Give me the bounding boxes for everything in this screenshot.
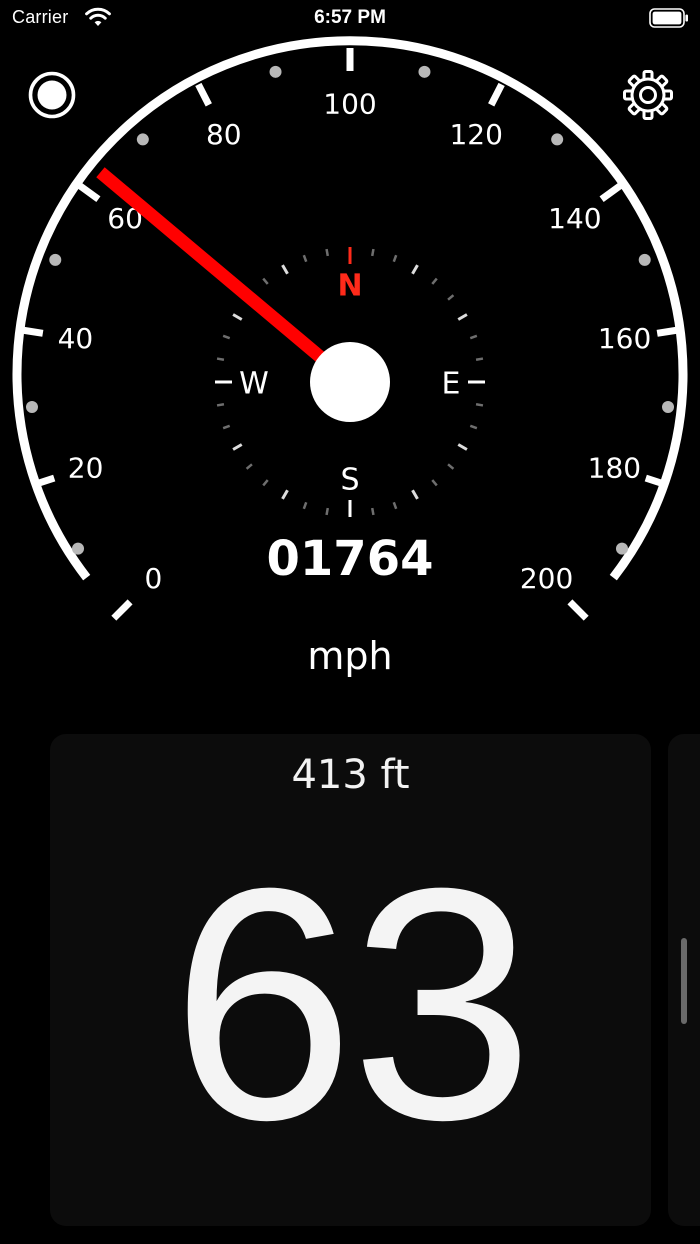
compass-tick	[216, 357, 225, 362]
compass-tick	[302, 501, 308, 510]
tick-label: 100	[323, 88, 376, 121]
gauge-tick-labels: 020406080100120140160180200	[58, 88, 652, 596]
major-tick	[19, 326, 44, 337]
compass-tick	[457, 443, 468, 451]
compass-tick	[302, 254, 308, 263]
tick-label: 160	[598, 322, 651, 355]
compass-south: S	[340, 463, 359, 498]
compass-tick	[281, 489, 289, 500]
record-icon	[28, 71, 76, 119]
altitude-readout: 413 ft	[291, 752, 410, 798]
compass-tick	[475, 402, 484, 407]
odometer: 01764	[267, 531, 434, 587]
compass-tick	[232, 313, 243, 321]
compass-tick	[245, 463, 253, 470]
minor-dot	[615, 542, 628, 555]
compass-tick	[281, 264, 289, 275]
minor-dot	[25, 401, 38, 414]
compass-tick	[216, 402, 225, 407]
compass-tick	[222, 424, 231, 430]
speedometer-gauge: 020406080100120140160180200 N E S W 0176…	[12, 36, 688, 621]
compass-tick	[262, 479, 269, 487]
minor-dot	[72, 542, 85, 555]
major-tick	[567, 599, 589, 621]
major-tick	[195, 82, 212, 107]
major-tick	[77, 182, 101, 203]
scroll-indicator[interactable]	[681, 938, 687, 1024]
major-tick	[656, 326, 681, 337]
compass-west: W	[239, 367, 269, 402]
gear-icon	[623, 70, 673, 120]
compass-tick	[392, 501, 398, 510]
tick-label: 140	[548, 202, 601, 235]
compass-tick	[469, 334, 478, 340]
tick-label: 20	[68, 451, 104, 484]
tick-label: 80	[206, 118, 242, 151]
record-button[interactable]	[27, 70, 77, 120]
compass-tick	[325, 507, 330, 516]
minor-dot	[136, 133, 149, 146]
compass-tick	[447, 463, 455, 470]
compass-tick	[370, 507, 375, 516]
compass-tick	[222, 334, 231, 340]
major-tick	[488, 82, 505, 107]
speed-needle	[96, 167, 355, 387]
compass-tick	[457, 313, 468, 321]
compass-north: N	[337, 269, 362, 304]
minor-dot	[418, 65, 431, 78]
compass-tick	[232, 443, 243, 451]
speed-value: 63	[170, 819, 534, 1188]
major-tick	[599, 182, 623, 203]
minor-dot	[662, 401, 675, 414]
tick-label: 120	[449, 118, 502, 151]
compass-tick	[475, 357, 484, 362]
minor-dot	[638, 253, 651, 266]
compass-tick	[411, 264, 419, 275]
compass-tick	[392, 254, 398, 263]
compass-tick	[411, 489, 419, 500]
gear-body	[633, 80, 663, 110]
compass-tick	[431, 479, 438, 487]
compass-tick	[370, 248, 375, 257]
speed-card[interactable]: 413 ft 63	[50, 734, 651, 1226]
tick-label: 0	[145, 562, 163, 595]
minor-dot	[551, 133, 564, 146]
compass-tick	[469, 424, 478, 430]
speed-unit-toggle[interactable]: mph	[0, 634, 700, 678]
tick-label: 40	[58, 322, 94, 355]
compass-tick	[447, 294, 455, 301]
settings-button[interactable]	[621, 68, 675, 122]
tick-label: 200	[520, 562, 573, 595]
tick-label: 180	[588, 451, 641, 484]
compass-tick	[431, 277, 438, 285]
minor-dot	[49, 253, 62, 266]
compass-tick	[262, 277, 269, 285]
compass-tick	[325, 248, 330, 257]
minor-dot	[269, 65, 282, 78]
needle-hub	[310, 342, 390, 422]
major-tick	[111, 599, 133, 621]
compass-east: E	[442, 367, 461, 402]
